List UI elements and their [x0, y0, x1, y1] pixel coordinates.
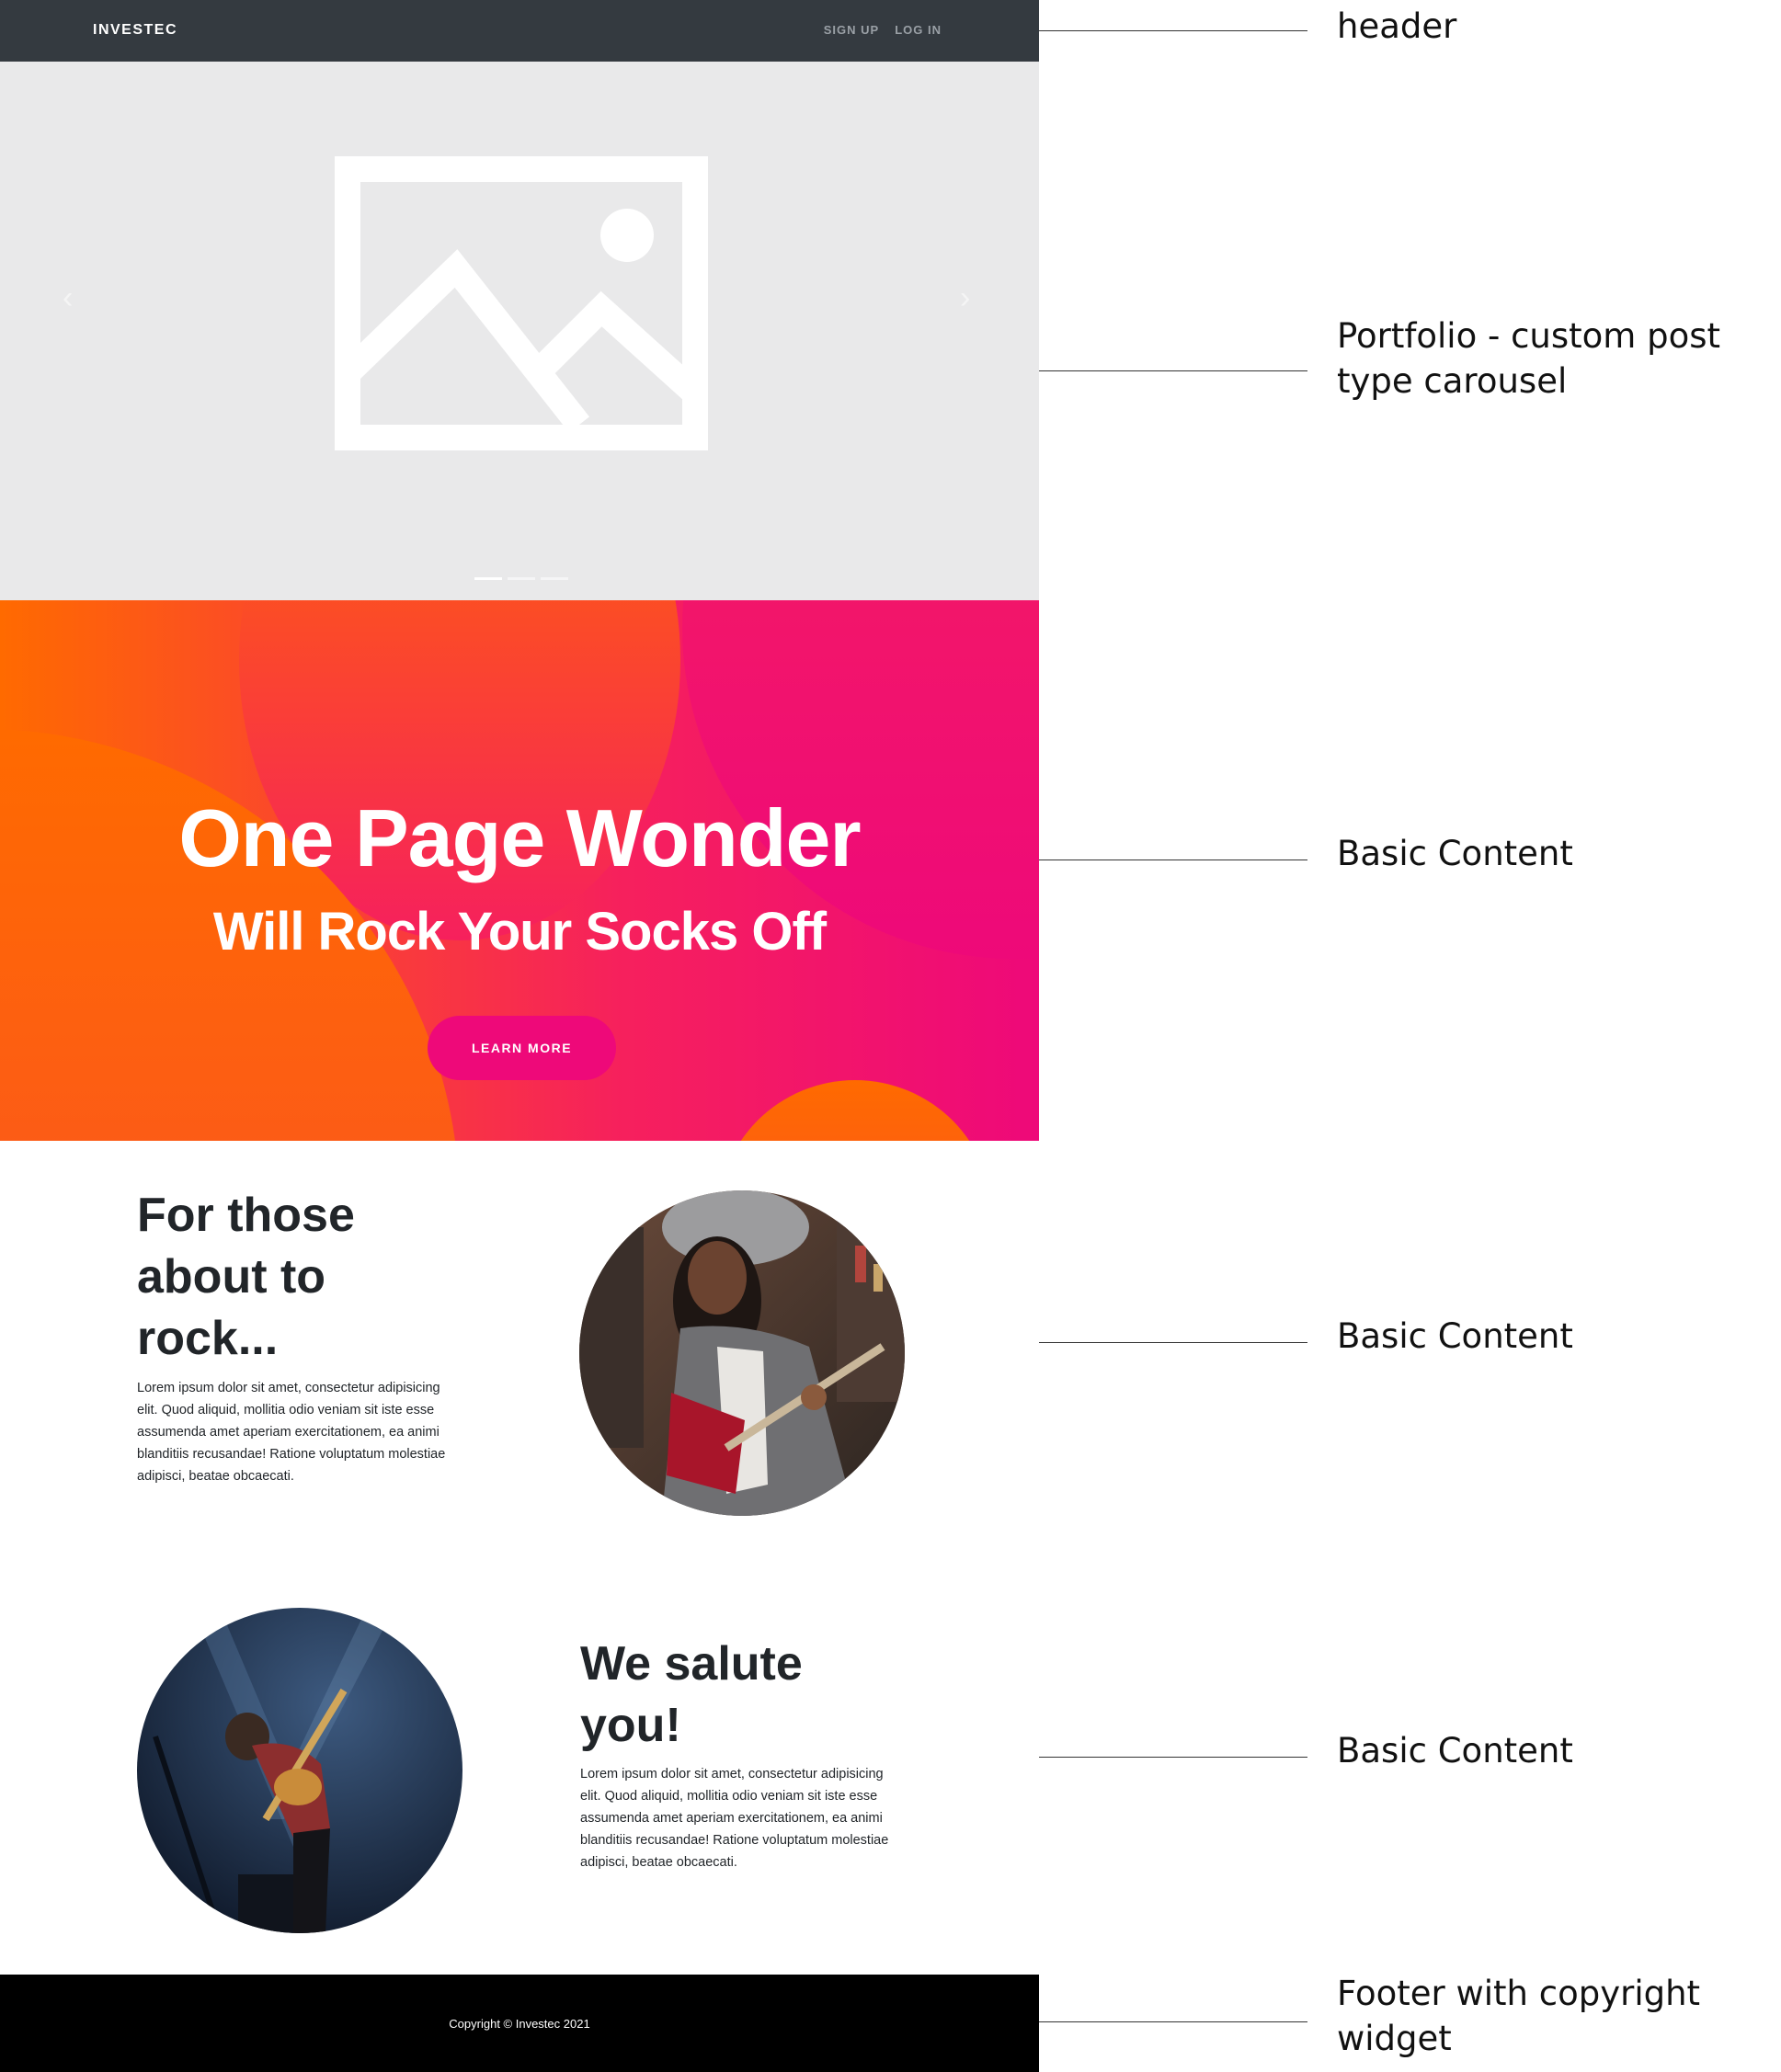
- brand-logo[interactable]: INVESTEC: [93, 22, 177, 39]
- carousel-indicator[interactable]: [541, 577, 568, 580]
- hero-section: One Page Wonder Will Rock Your Socks Off…: [0, 600, 1039, 1141]
- annotation-section-1: Basic Content: [1337, 1316, 1573, 1356]
- hero-subtitle: Will Rock Your Socks Off: [212, 902, 827, 962]
- website-mockup: INVESTEC SIGN UP LOG IN ‹ › One Page Won…: [0, 0, 1039, 2072]
- copyright-text: Copyright © Investec 2021: [449, 2016, 590, 2031]
- section-title: We salute you!: [580, 1637, 803, 1752]
- annotation-line: [1039, 30, 1307, 31]
- annotation-carousel: Portfolio - custom post type carousel: [1337, 316, 1721, 401]
- content-section: We salute you! Lorem ipsum dolor sit ame…: [0, 1573, 1039, 1975]
- carousel-indicators: [474, 577, 568, 580]
- annotation-header: header: [1337, 6, 1457, 46]
- annotation-section-2: Basic Content: [1337, 1731, 1573, 1770]
- log-in-link[interactable]: LOG IN: [895, 23, 942, 37]
- image-placeholder-icon: [335, 156, 708, 450]
- footer: Copyright © Investec 2021: [0, 1975, 1039, 2072]
- navbar: INVESTEC SIGN UP LOG IN: [0, 0, 1039, 62]
- annotation-line: [1039, 370, 1307, 371]
- nav-links: SIGN UP LOG IN: [824, 23, 942, 37]
- guitarist-woman-photo: [579, 1190, 905, 1516]
- annotation-line: [1039, 2021, 1307, 2022]
- learn-more-button[interactable]: LEARN MORE: [428, 1016, 616, 1080]
- content-section: For those about to rock... Lorem ipsum d…: [0, 1141, 1039, 1573]
- annotation-line: [1039, 1342, 1307, 1343]
- concert-guitarist-photo: [137, 1608, 462, 1933]
- carousel-indicator[interactable]: [474, 577, 502, 580]
- carousel-indicator[interactable]: [508, 577, 535, 580]
- decorative-circle: [717, 1080, 993, 1141]
- annotation-hero: Basic Content: [1337, 834, 1573, 873]
- hero-title: One Page Wonder: [178, 792, 861, 883]
- section-title: For those about to rock...: [137, 1189, 355, 1365]
- chevron-left-icon[interactable]: ‹: [63, 282, 73, 313]
- portfolio-carousel: ‹ ›: [0, 62, 1039, 600]
- annotation-footer: Footer with copyright widget: [1337, 1974, 1701, 2058]
- section-body: Lorem ipsum dolor sit amet, consectetur …: [137, 1381, 446, 1484]
- chevron-right-icon[interactable]: ›: [960, 282, 970, 313]
- annotation-line: [1039, 1757, 1307, 1758]
- sign-up-link[interactable]: SIGN UP: [824, 23, 879, 37]
- section-body: Lorem ipsum dolor sit amet, consectetur …: [580, 1767, 889, 1870]
